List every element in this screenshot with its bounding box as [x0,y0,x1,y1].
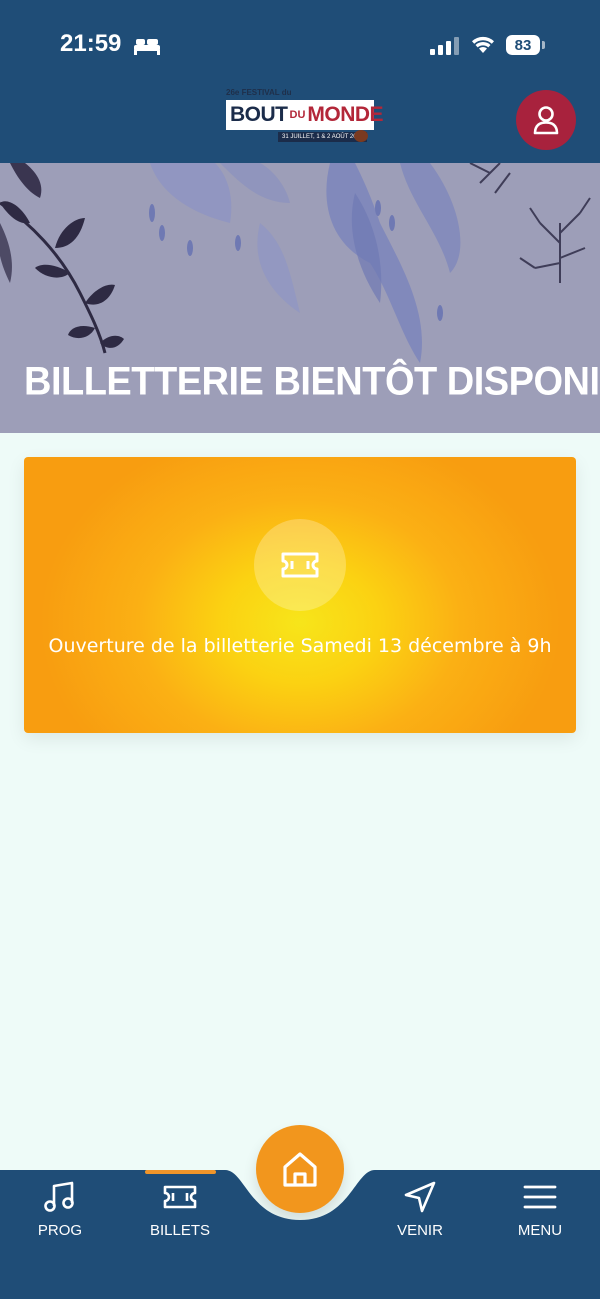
wifi-icon [472,36,494,53]
ticket-icon [281,552,319,578]
festival-logo[interactable]: 26e FESTIVAL du BOUT DU MONDE 31 JUILLET… [224,88,384,148]
status-bar: 21:59 83 [0,0,600,80]
ticketing-opening-text: Ouverture de la billetterie Samedi 13 dé… [48,635,552,657]
logo-edition-text: 26e FESTIVAL du [226,88,292,97]
active-tab-indicator [145,1170,216,1174]
page-title: BILLETTERIE BIENTÔT DISPONIBLE [24,359,600,405]
bed-icon [134,39,160,55]
battery-tip [542,41,545,49]
logo-word-bout: BOUT [230,103,288,126]
logo-word-monde: MONDE [307,103,384,126]
logo-badge [354,130,368,142]
hamburger-menu-icon [523,1185,557,1209]
tab-venir[interactable]: VENIR [375,1180,465,1250]
tab-prog-label: PROG [37,1222,83,1239]
status-time: 21:59 [60,30,122,57]
hero-banner: BILLETTERIE BIENTÔT DISPONIBLE [0,163,600,433]
tab-prog[interactable]: PROG [15,1180,105,1250]
tab-menu-label: MENU [517,1222,563,1239]
app-header: 21:59 83 26e FESTIVAL du BOUT DU MONDE 3… [0,0,600,163]
profile-button[interactable] [516,90,576,150]
logo-word-du: DU [289,109,306,121]
tab-billets[interactable]: BILLETS [135,1180,225,1250]
user-icon [533,106,559,135]
bottom-navigation: PROG BILLETS VENIR MENU [0,1160,600,1299]
ticket-icon [163,1185,197,1209]
tab-menu[interactable]: MENU [495,1180,585,1250]
battery-icon: 83 [506,35,540,55]
tab-billets-label: BILLETS [149,1222,211,1239]
ticket-icon-circle [254,519,346,611]
navigation-arrow-icon [404,1181,436,1213]
tab-venir-label: VENIR [397,1222,443,1239]
battery-level: 83 [514,36,532,54]
ticketing-info-card: Ouverture de la billetterie Samedi 13 dé… [24,457,576,733]
music-note-icon [44,1181,74,1212]
signal-icon [430,37,459,55]
logo-wordmark: BOUT DU MONDE [226,100,384,130]
